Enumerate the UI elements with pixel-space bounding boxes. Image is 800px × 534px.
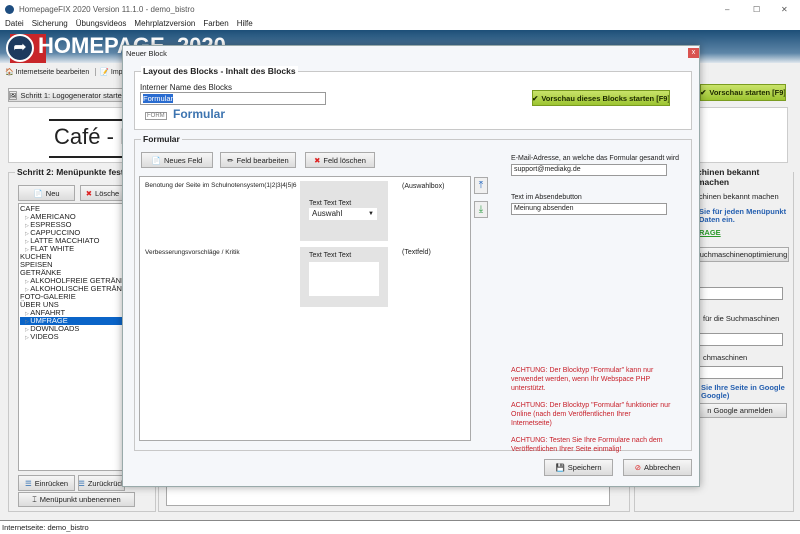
form-group-title: Formular — [141, 134, 182, 144]
save-icon: 💾 — [555, 463, 565, 472]
seo-field-2[interactable] — [699, 333, 783, 346]
layout-group-title: Layout des Blocks - Inhalt des Blocks — [141, 66, 298, 76]
cancel-icon: ⊘ — [634, 463, 641, 472]
move-up-icon[interactable]: ⤒ — [474, 177, 488, 194]
maximize-button[interactable]: ☐ — [753, 5, 760, 14]
delete-field-button[interactable]: ✖ Feld löschen — [305, 152, 375, 168]
field-preview: Text Text Text — [300, 247, 388, 307]
field-list[interactable]: Benotung der Seite im Schulnotensystem(1… — [139, 176, 471, 441]
step2-title: Schritt 2: Menüpunkte festl — [15, 167, 129, 177]
field-type: (Textfeld) — [402, 249, 431, 256]
seo-title: chinen bekannt machen — [695, 167, 793, 187]
title-bar: HomepageFIX 2020 Version 11.1.0 - demo_b… — [0, 0, 800, 18]
rename-icon: ⌶ — [32, 494, 37, 504]
preview-select: Auswahl ▼ — [309, 208, 377, 220]
warning-online: ACHTUNG: Der Blocktyp "Formular" funktio… — [511, 402, 671, 427]
indent-button[interactable]: ☰ Einrücken — [18, 475, 75, 491]
save-button[interactable]: 💾 Speichern — [544, 459, 613, 476]
submit-text-input[interactable]: Meinung absenden — [511, 203, 667, 215]
email-input[interactable]: support@mediakg.de — [511, 164, 667, 176]
warnings: ACHTUNG: Der Blocktyp "Formular" kann nu… — [511, 366, 671, 462]
tab-internetseite-bearbeiten[interactable]: 🏠 Internetseite bearbeiten — [5, 68, 89, 76]
menu-farben[interactable]: Farben — [203, 18, 228, 30]
status-bar: Internetseite: demo_bistro — [0, 520, 800, 534]
field-label: Benotung der Seite im Schulnotensystem(1… — [145, 182, 297, 189]
outdent-icon: ☰ — [78, 478, 85, 488]
preview-block-button[interactable]: ✔ Vorschau dieses Blocks starten [F9] — [532, 90, 670, 106]
new-icon: 📄 — [33, 188, 43, 198]
cancel-button[interactable]: ⊘ Abbrechen — [623, 459, 692, 476]
app-icon — [5, 4, 14, 14]
tree-item[interactable]: VIDEOS — [20, 333, 123, 341]
seo-link[interactable]: RAGE — [699, 228, 721, 237]
dropdown-arrow-icon: ▼ — [368, 211, 374, 217]
dialog-title: Neuer Block — [126, 49, 167, 58]
new-field-icon: 📄 — [151, 155, 161, 165]
form-icon: FORM — [145, 112, 167, 120]
delete-menu-item-button[interactable]: ✖ Lösche — [80, 185, 125, 201]
email-label: E-Mail-Adresse, an welche das Formular g… — [511, 155, 680, 162]
step1-logogenerator-button[interactable]: 🖼 Schritt 1: Logogenerator starten — [8, 88, 126, 102]
check-icon: ✔ — [700, 88, 707, 97]
indent-icon: ☰ — [24, 478, 32, 488]
new-field-button[interactable]: 📄 Neues Feld — [141, 152, 213, 168]
logo-generator-icon: 🖼 — [8, 90, 18, 100]
edit-field-icon: ✏ — [227, 155, 234, 165]
move-down-icon[interactable]: ⤓ — [474, 201, 488, 218]
seo-field-1[interactable] — [699, 287, 783, 300]
seo-hint-2: Daten ein. — [699, 215, 735, 224]
block-type-title: Formular — [173, 107, 226, 121]
menu-sicherung[interactable]: Sicherung — [32, 18, 68, 30]
menu-uebungsvideos[interactable]: Übungsvideos — [76, 18, 127, 30]
outdent-button[interactable]: ☰ Zurückrück — [78, 475, 125, 491]
status-text: Internetseite: demo_bistro — [2, 523, 89, 532]
google-register-button[interactable]: n Google anmelden — [693, 403, 787, 418]
check-icon: ✔ — [532, 93, 539, 103]
delete-icon: ✖ — [85, 188, 93, 198]
block-name-input[interactable]: Formular — [140, 92, 326, 105]
menu-hilfe[interactable]: Hilfe — [237, 18, 253, 30]
layout-group: Layout des Blocks - Inhalt des Blocks In… — [134, 66, 692, 130]
warning-php: ACHTUNG: Der Blocktyp "Formular" kann nu… — [511, 367, 654, 392]
seo-label-3: chmaschinen — [703, 353, 748, 362]
seo-label-2: für die Suchmaschinen — [703, 314, 780, 323]
seo-text: chinen bekannt machen — [699, 192, 779, 201]
rename-menu-item-button[interactable]: ⌶ Menüpunkt unbenennen — [18, 492, 135, 507]
new-block-dialog: Neuer Block x Layout des Blocks - Inhalt… — [122, 45, 700, 487]
preview-textarea — [309, 262, 379, 296]
warning-test: ACHTUNG: Testen Sie Ihre Formulare nach … — [511, 437, 663, 453]
menu-mehrplatzversion[interactable]: Mehrplatzversion — [134, 18, 195, 30]
field-label: Verbesserungsvorschläge / Kritik — [145, 249, 240, 256]
preview-start-button[interactable]: ✔ Vorschau starten [F9] — [700, 84, 786, 101]
google-hint-2: Google) — [701, 391, 730, 400]
edit-field-button[interactable]: ✏ Feld bearbeiten — [220, 152, 296, 168]
window-title: HomepageFIX 2020 Version 11.1.0 - demo_b… — [19, 4, 195, 14]
menu-datei[interactable]: Datei — [5, 18, 24, 30]
block-name-label: Interner Name des Blocks — [140, 83, 233, 92]
dialog-close-button[interactable]: x — [688, 48, 699, 58]
arrow-logo-icon: ➦ — [6, 34, 34, 62]
field-type: (Auswahlbox) — [402, 183, 445, 190]
new-menu-item-button[interactable]: 📄 Neu — [18, 185, 75, 201]
seo-button[interactable]: Suchmaschinenoptimierung — [693, 247, 789, 262]
submit-text-label: Text im Absendebutton — [511, 194, 582, 201]
delete-field-icon: ✖ — [314, 155, 321, 165]
field-preview: Text Text Text Auswahl ▼ — [300, 181, 388, 241]
menu-bar: Datei Sicherung Übungsvideos Mehrplatzve… — [0, 18, 800, 30]
minimize-button[interactable]: – — [725, 5, 729, 14]
close-button[interactable]: ✕ — [781, 5, 788, 14]
seo-field-3[interactable] — [699, 366, 783, 379]
menu-tree[interactable]: CAFEAMERICANOESPRESSOCAPPUCCINOLATTE MAC… — [18, 203, 132, 471]
